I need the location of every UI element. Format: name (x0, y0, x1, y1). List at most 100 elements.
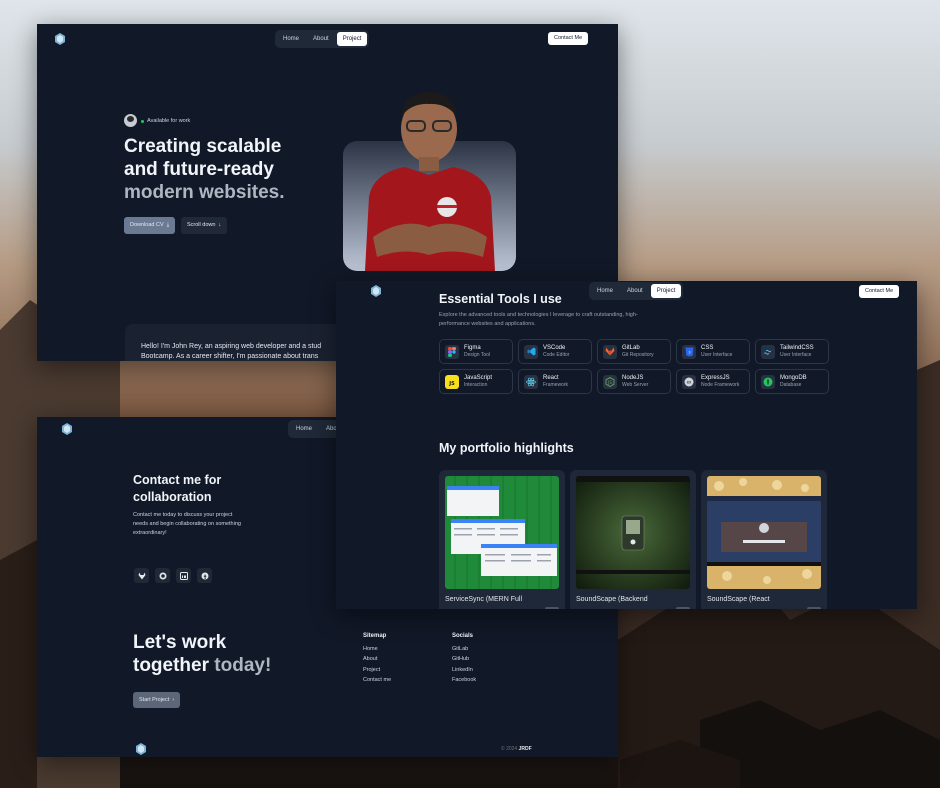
github-icon (159, 572, 166, 579)
project-card-soundscape-backend[interactable]: SoundScape (Backend (570, 470, 696, 609)
project-screenshot (707, 476, 821, 589)
download-cv-button[interactable]: Download CV ⤓ (124, 217, 176, 234)
about-text: Hello! I'm John Rey, an aspiring web dev… (141, 342, 341, 361)
about-line2: Bootcamp. As a career shifter, I'm passi… (141, 353, 319, 360)
svg-text:3: 3 (688, 350, 690, 354)
nav-project[interactable]: Project (336, 32, 368, 46)
socials-link-linkedin[interactable]: LinkedIn (452, 667, 473, 673)
project-tag (676, 607, 690, 609)
project-title: SoundScape (Backend (576, 596, 648, 603)
socials-link-github[interactable]: GitHub (452, 656, 469, 662)
project-screenshot (445, 476, 559, 589)
tool-category: User Interface (701, 352, 733, 358)
sitemap-link-project[interactable]: Project (363, 667, 380, 673)
lets-work-line1: Let's work (133, 632, 227, 653)
nodejs-icon: JS (603, 374, 617, 389)
facebook-icon (201, 572, 208, 579)
gitlab-social-button[interactable] (134, 568, 149, 583)
tool-name: VSCode (543, 345, 566, 351)
tool-card-gitlab: GitLab Git Repository (597, 339, 671, 364)
css-icon: 3 (682, 344, 696, 359)
nav-home[interactable]: Home (277, 32, 305, 46)
sitemap-link-contact[interactable]: Contact me (363, 677, 391, 683)
download-icon: ⤓ (165, 222, 170, 228)
tool-name: React (543, 375, 559, 381)
logo-icon[interactable] (55, 33, 65, 45)
arrow-down-icon: ↓ (216, 222, 222, 228)
project-title: SoundScape (React (707, 596, 770, 603)
logo-icon[interactable] (371, 285, 381, 297)
svg-text:ex: ex (687, 379, 692, 384)
footer-logo-icon[interactable] (136, 743, 146, 755)
mongodb-icon (761, 374, 775, 389)
tool-name: TailwindCSS (780, 345, 814, 351)
tool-category: Framework (543, 382, 569, 388)
scroll-down-label: Scroll down (187, 222, 216, 228)
facebook-social-button[interactable] (197, 568, 212, 583)
tailwind-icon (761, 344, 775, 359)
project-title: ServiceSync (MERN Full (445, 596, 523, 603)
svg-text:JS: JS (448, 381, 455, 387)
gitlab-icon (138, 572, 145, 579)
tools-screen: Home About Project Contact Me Essential … (336, 281, 917, 609)
tool-category: Database (780, 382, 802, 388)
socials-link-facebook[interactable]: Facebook (452, 677, 476, 683)
project-tag (807, 607, 821, 609)
logo-icon[interactable] (62, 423, 72, 435)
tool-card-css: 3 CSS User Interface (676, 339, 750, 364)
hero-title: Creating scalable and future-ready moder… (124, 135, 324, 204)
project-screenshot (576, 476, 690, 589)
nav-project[interactable]: Project (650, 284, 682, 298)
lets-work-today: today! (209, 655, 272, 676)
contact-me-button[interactable]: Contact Me (859, 285, 900, 298)
sitemap-link-home[interactable]: Home (363, 646, 378, 652)
hero-title-line1: Creating scalable (124, 136, 282, 157)
about-line1: Hello! I'm John Rey, an aspiring web dev… (141, 343, 322, 350)
main-nav: Home About Project (589, 282, 684, 300)
tools-description: Explore the advanced tools and technolog… (439, 312, 638, 327)
lets-work-together: together (133, 655, 209, 676)
tool-card-vscode: VSCode Code Editor (518, 339, 592, 364)
project-card-servicesync[interactable]: ServiceSync (MERN Full (439, 470, 565, 609)
tool-category: Code Editor (543, 352, 570, 358)
tool-card-figma: Figma Design Tool (439, 339, 513, 364)
tool-card-tailwindcss: TailwindCSS User Interface (755, 339, 829, 364)
sitemap-link-about[interactable]: About (363, 656, 377, 662)
nav-about[interactable]: About (307, 32, 335, 46)
svg-text:JS: JS (607, 379, 612, 384)
github-social-button[interactable] (155, 568, 170, 583)
linkedin-social-button[interactable] (176, 568, 191, 583)
status-dot-icon (141, 119, 144, 123)
vscode-icon (524, 344, 538, 359)
copyright-brand: JRDF (518, 746, 532, 752)
contact-description: Contact me today to discuss your project… (133, 512, 241, 536)
project-card-soundscape-react[interactable]: SoundScape (React (701, 470, 827, 609)
react-icon (524, 374, 538, 389)
tool-name: CSS (701, 345, 714, 351)
contact-title: Contact me for collaboration (133, 473, 222, 504)
copyright-prefix: © 2024 (501, 746, 519, 752)
project-tag (545, 607, 559, 609)
tool-name: MongoDB (780, 375, 807, 381)
scroll-down-button[interactable]: Scroll down ↓ (181, 217, 228, 234)
tool-category: Git Repository (622, 352, 654, 358)
figma-icon (445, 344, 459, 359)
tool-category: Node Framework (701, 382, 740, 388)
tool-category: User Interface (780, 352, 812, 358)
start-project-button[interactable]: Start Project › (133, 692, 181, 708)
javascript-icon: JS (445, 374, 459, 389)
availability-text: Available for work (147, 118, 191, 124)
contact-me-button[interactable]: Contact Me (548, 32, 589, 45)
tools-title: Essential Tools I use (439, 292, 562, 306)
portfolio-title: My portfolio highlights (439, 441, 574, 455)
chevron-right-icon: › (170, 697, 175, 703)
tool-name: ExpressJS (701, 375, 730, 381)
nav-home[interactable]: Home (591, 284, 619, 298)
tool-name: Figma (464, 345, 481, 351)
nav-home[interactable]: Home (290, 422, 318, 436)
nav-about[interactable]: About (621, 284, 649, 298)
socials-link-gitlab[interactable]: GitLab (452, 646, 468, 652)
expressjs-icon: ex (682, 374, 696, 389)
tool-card-nodejs: JS NodeJS Web Server (597, 369, 671, 394)
tool-category: Design Tool (464, 352, 491, 358)
